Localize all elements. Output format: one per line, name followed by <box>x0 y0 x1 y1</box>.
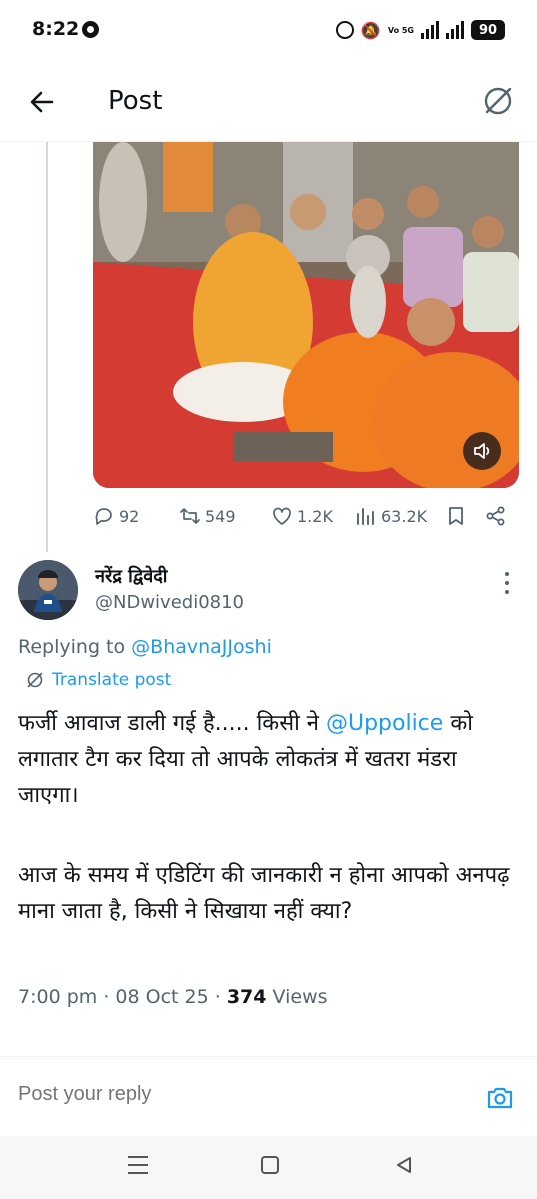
translate-post-button[interactable]: Translate post <box>26 670 171 690</box>
post-time[interactable]: 7:00 pm <box>18 986 97 1008</box>
whatsapp-icon <box>82 21 99 38</box>
author-handle[interactable]: @NDwivedi0810 <box>95 592 244 613</box>
reply-count: 92 <box>119 506 140 526</box>
avatar-image <box>18 560 78 620</box>
signal-icon <box>421 21 439 39</box>
like-button[interactable]: 1.2K <box>271 505 333 527</box>
share-button[interactable] <box>485 505 507 527</box>
post-meta: 7:00 pm · 08 Oct 25 · 374 Views <box>18 986 328 1008</box>
replying-prefix: Replying to <box>18 636 132 658</box>
status-time: 8:22 <box>32 18 80 40</box>
grok-icon[interactable] <box>481 84 515 118</box>
more-options-icon[interactable] <box>505 572 511 594</box>
page-title: Post <box>108 86 163 116</box>
post-mention-uppolice[interactable]: @Uppolice <box>326 711 443 736</box>
alarm-icon <box>335 21 354 39</box>
top-bar: Post <box>0 62 537 142</box>
view-count: 63.2K <box>381 506 428 526</box>
back-triangle-icon[interactable] <box>394 1155 414 1175</box>
post-text-paragraph-2: आज के समय में एडिटिंग की जानकारी न होना … <box>18 863 517 924</box>
author-name[interactable]: नरेंद्र द्विवेदी <box>95 564 167 588</box>
bookmark-icon <box>449 507 463 525</box>
arrow-left-icon[interactable] <box>26 86 58 118</box>
translate-label: Translate post <box>52 670 172 690</box>
reply-input[interactable] <box>18 1083 438 1106</box>
replying-to-mention[interactable]: @BhavnaJJoshi <box>131 636 272 658</box>
grok-translate-icon <box>27 672 43 688</box>
bookmark-button[interactable] <box>445 505 467 527</box>
battery-icon: 90 <box>471 20 505 40</box>
replying-to: Replying to @BhavnaJJoshi <box>18 636 272 658</box>
post-text-1a: फर्जी आवाज डाली गई है..... किसी ने <box>18 711 326 736</box>
repost-icon <box>180 508 200 524</box>
heart-icon <box>273 507 291 525</box>
analytics-icon <box>357 508 374 525</box>
recent-apps-icon[interactable] <box>128 1156 148 1174</box>
views-button[interactable]: 63.2K <box>355 505 427 527</box>
volte-icon: Vo 5G <box>387 25 414 35</box>
signal-icon-2 <box>446 21 464 39</box>
post-text-paragraph-1: फर्जी आवाज डाली गई है..... किसी ने @Uppo… <box>18 706 518 814</box>
post-views-count: 374 <box>226 986 267 1008</box>
post-date[interactable]: 08 Oct 25 <box>115 986 208 1008</box>
avatar[interactable] <box>18 560 78 620</box>
reply-composer <box>0 1058 537 1136</box>
like-count: 1.2K <box>297 506 333 526</box>
repost-button[interactable]: 549 <box>179 505 236 527</box>
thread-connector <box>46 142 48 552</box>
share-icon <box>486 506 505 526</box>
system-navigation-bar <box>0 1136 537 1199</box>
status-icons: 🔕 Vo 5G 90 <box>335 17 505 43</box>
reply-button[interactable]: 92 <box>93 505 139 527</box>
camera-icon[interactable] <box>485 1083 515 1113</box>
mute-icon: 🔕 <box>360 20 381 40</box>
video-media[interactable] <box>93 142 519 488</box>
repost-count: 549 <box>205 506 236 526</box>
home-icon[interactable] <box>261 1156 279 1174</box>
video-frame <box>93 142 519 488</box>
volume-button[interactable] <box>463 432 501 470</box>
post-actions: 92 549 1.2K 63.2K <box>93 500 519 532</box>
reply-icon <box>95 508 112 525</box>
post-views-label: Views <box>266 986 328 1008</box>
divider <box>0 1056 537 1057</box>
speaker-icon <box>474 443 490 459</box>
status-bar: 8:22 🔕 Vo 5G 90 <box>0 0 537 62</box>
